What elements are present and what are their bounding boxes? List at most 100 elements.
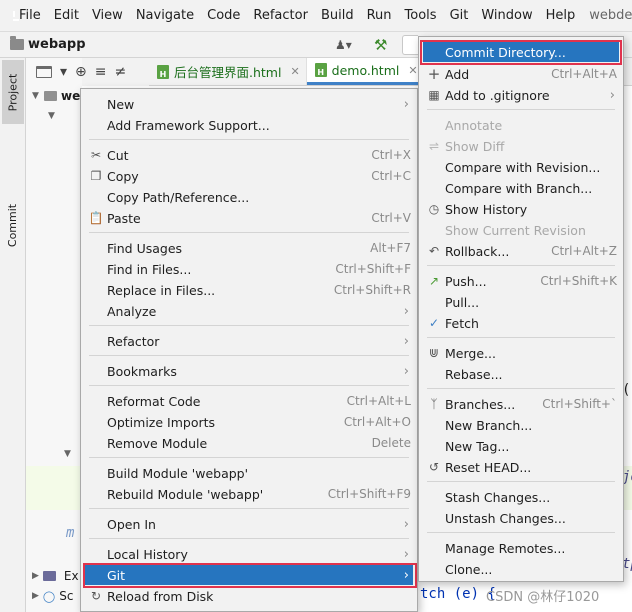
locate-target-icon[interactable]: ⊕ (75, 65, 87, 79)
menu-separator (427, 532, 615, 533)
menu-tools[interactable]: Tools (398, 8, 443, 23)
menu-paste-label: Paste (107, 210, 141, 226)
menu-file[interactable]: File (19, 8, 47, 23)
git-show-diff[interactable]: ⇌ Show Diff (423, 136, 619, 156)
git-commit-directory[interactable]: Commit Directory... (423, 42, 619, 62)
menu-add-framework[interactable]: Add Framework Support... (85, 115, 413, 135)
menu-remove-module[interactable]: Remove Module Delete (85, 433, 413, 453)
git-unstash[interactable]: Unstash Changes... (423, 508, 619, 528)
menu-cut[interactable]: ✂ Cut Ctrl+X (85, 145, 413, 165)
git-pull[interactable]: Pull... (423, 292, 619, 312)
menu-git-item[interactable]: Git › (85, 565, 413, 585)
tree-row-external[interactable]: ▶ Ex (26, 566, 82, 586)
git-fetch[interactable]: ✓ Fetch (423, 313, 619, 333)
build-hammer-icon[interactable]: ⚒ (374, 36, 392, 54)
menu-build[interactable]: Build (314, 8, 360, 23)
menu-optimize-imports[interactable]: Optimize Imports Ctrl+Alt+O (85, 412, 413, 432)
git-new-branch[interactable]: New Branch... (423, 415, 619, 435)
menu-analyze-label: Analyze (107, 303, 157, 319)
menu-open-in-label: Open In (107, 516, 156, 532)
menu-separator (427, 481, 615, 482)
commit-tool-tab[interactable]: Commit (2, 192, 24, 258)
git-compare-revision[interactable]: Compare with Revision... (423, 157, 619, 177)
menu-replace-in-files[interactable]: Replace in Files... Ctrl+Shift+R (85, 280, 413, 300)
tree-row-child-2[interactable]: ▼ (64, 444, 76, 464)
user-dropdown-icon[interactable]: ♟▾ (335, 38, 357, 52)
tree-chevron-icon[interactable]: ▼ (48, 111, 60, 121)
git-reset-head[interactable]: ↺ Reset HEAD... (423, 457, 619, 477)
panel-window-icon[interactable] (36, 65, 52, 78)
tree-row-child[interactable]: ▼ (48, 106, 60, 126)
git-pull-label: Pull... (445, 294, 480, 310)
shortcut-text: Ctrl+V (371, 211, 411, 225)
menu-find-usages[interactable]: Find Usages Alt+F7 (85, 238, 413, 258)
git-add[interactable]: + Add Ctrl+Alt+A (423, 64, 619, 84)
menu-bookmarks[interactable]: Bookmarks › (85, 361, 413, 381)
tab-demo-html[interactable]: H demo.html ✕ (306, 58, 425, 85)
menu-reformat-code[interactable]: Reformat Code Ctrl+Alt+L (85, 391, 413, 411)
menu-local-history[interactable]: Local History › (85, 544, 413, 564)
menu-code[interactable]: Code (200, 8, 246, 23)
close-icon[interactable]: ✕ (408, 64, 417, 77)
menu-paste[interactable]: 📋 Paste Ctrl+V (85, 208, 413, 228)
git-new-tag[interactable]: New Tag... (423, 436, 619, 456)
diff-icon: ⇌ (428, 139, 440, 153)
menu-window[interactable]: Window (474, 8, 538, 23)
close-icon[interactable]: ✕ (290, 65, 299, 78)
tree-row-root[interactable]: ▼ we (32, 86, 80, 106)
tree-row-scratches[interactable]: ▶ ◯ Sc (26, 586, 82, 606)
menu-build-module[interactable]: Build Module 'webapp' (85, 463, 413, 483)
menu-open-in[interactable]: Open In › (85, 514, 413, 534)
menu-git[interactable]: Git (443, 8, 475, 23)
git-compare-branch[interactable]: Compare with Branch... (423, 178, 619, 198)
submenu-arrow-icon: › (403, 567, 409, 583)
git-show-current-revision[interactable]: Show Current Revision (423, 220, 619, 240)
menu-refactor[interactable]: Refactor (246, 8, 314, 23)
git-rollback[interactable]: ↶ Rollback... Ctrl+Alt+Z (423, 241, 619, 261)
run-configuration-selector[interactable] (402, 35, 418, 55)
menu-find-in-files[interactable]: Find in Files... Ctrl+Shift+F (85, 259, 413, 279)
menu-local-history-label: Local History (107, 546, 188, 562)
expand-all-icon[interactable]: ≠ (115, 65, 127, 79)
git-clone[interactable]: Clone... (423, 559, 619, 579)
menu-new[interactable]: New › (85, 94, 413, 114)
tree-chevron-icon[interactable]: ▶ (32, 571, 39, 581)
git-rebase[interactable]: Rebase... (423, 364, 619, 384)
tab-label: demo.html (331, 62, 400, 78)
menu-reload-from-disk[interactable]: ↻ Reload from Disk (85, 586, 413, 606)
menu-rebuild-module[interactable]: Rebuild Module 'webapp' Ctrl+Shift+F9 (85, 484, 413, 504)
clock-icon: ◷ (428, 202, 440, 216)
menu-navigate[interactable]: Navigate (129, 8, 200, 23)
menu-refactor-item[interactable]: Refactor › (85, 331, 413, 351)
git-stash-label: Stash Changes... (445, 489, 551, 505)
git-merge[interactable]: ⋓ Merge... (423, 343, 619, 363)
menu-run[interactable]: Run (360, 8, 398, 23)
git-show-history[interactable]: ◷ Show History (423, 199, 619, 219)
git-add-gitignore[interactable]: ▦ Add to .gitignore › (423, 85, 619, 105)
git-clone-label: Clone... (445, 561, 493, 577)
menu-help[interactable]: Help (539, 8, 582, 23)
git-manage-remotes-label: Manage Remotes... (445, 540, 566, 556)
tree-chevron-icon[interactable]: ▼ (64, 449, 76, 459)
project-tool-tab[interactable]: Project (2, 60, 24, 124)
git-push[interactable]: ↗ Push... Ctrl+Shift+K (423, 271, 619, 291)
menu-optimize-label: Optimize Imports (107, 414, 216, 430)
menu-edit[interactable]: Edit (47, 8, 85, 23)
tab-admin-html[interactable]: H 后台管理界面.html ✕ (149, 58, 307, 85)
breadcrumb-project[interactable]: webapp (28, 37, 86, 52)
menu-copy-path[interactable]: Copy Path/Reference... (85, 187, 413, 207)
collapse-all-icon[interactable]: ≡ (95, 65, 107, 79)
tree-chevron-icon[interactable]: ▼ (32, 91, 44, 101)
tab-label: 后台管理界面.html (174, 65, 282, 80)
git-branches[interactable]: ᛉ Branches... Ctrl+Shift+` (423, 394, 619, 414)
menu-view[interactable]: View (85, 8, 129, 23)
tree-chevron-icon[interactable]: ▶ (32, 591, 39, 601)
shortcut-text: Ctrl+Alt+A (551, 67, 617, 81)
git-rebase-label: Rebase... (445, 366, 503, 382)
chevron-down-icon[interactable]: ▾ (60, 65, 67, 79)
git-stash[interactable]: Stash Changes... (423, 487, 619, 507)
git-manage-remotes[interactable]: Manage Remotes... (423, 538, 619, 558)
git-annotate[interactable]: Annotate (423, 115, 619, 135)
menu-copy[interactable]: ❐ Copy Ctrl+C (85, 166, 413, 186)
menu-analyze[interactable]: Analyze › (85, 301, 413, 321)
